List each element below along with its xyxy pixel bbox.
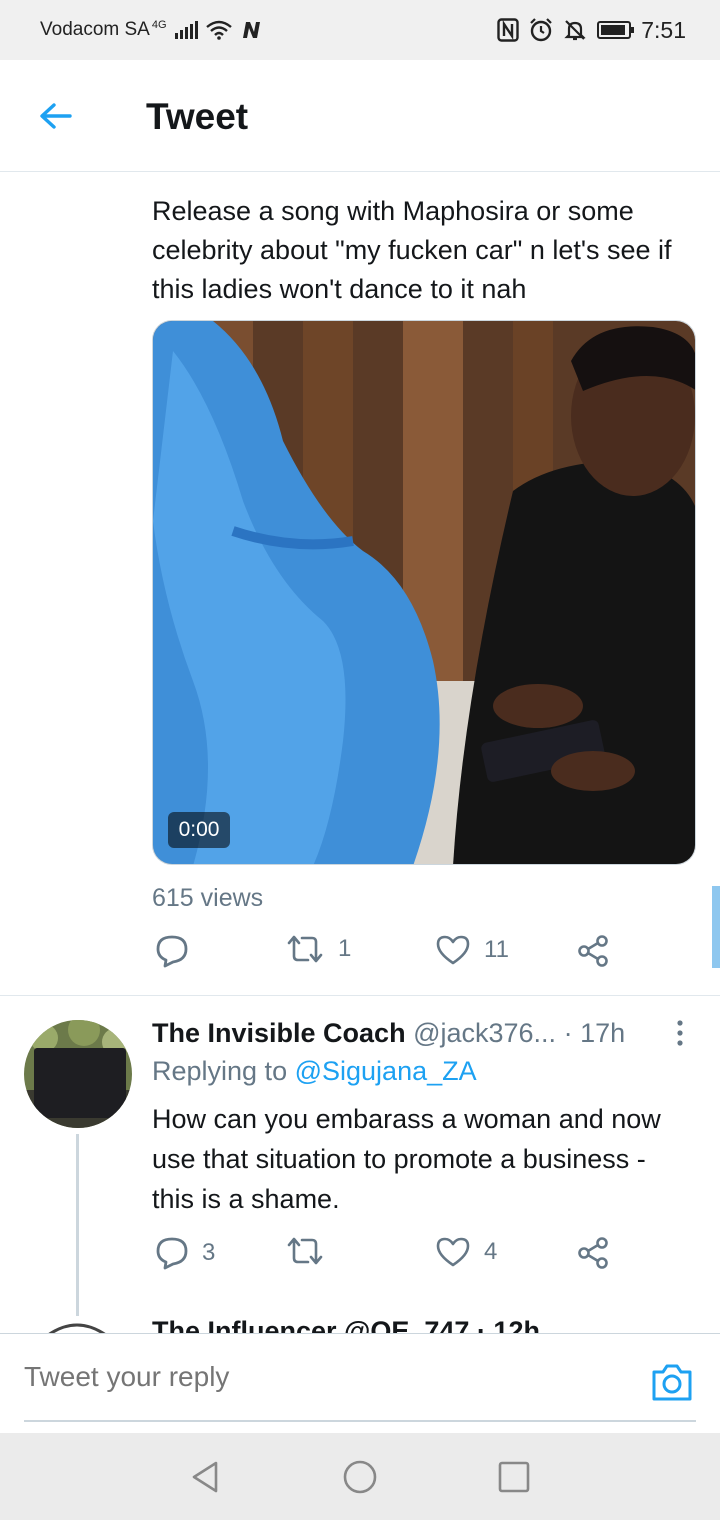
reply-timestamp: · 17h (563, 1018, 626, 1048)
like-count: 11 (484, 936, 509, 963)
reply-retweet-button[interactable] (286, 1236, 338, 1266)
retweet-count: 1 (338, 935, 352, 962)
mute-icon (564, 20, 586, 41)
replying-to-mention[interactable]: @Sigujana_ZA (295, 1056, 477, 1086)
share-icon (578, 935, 608, 967)
status-left: Vodacom SA 4G (40, 19, 262, 41)
more-options-icon[interactable] (670, 1018, 690, 1048)
tweet-actions: 1 11 (152, 934, 622, 978)
status-right: 7:51 (497, 17, 686, 44)
tweet-divider (0, 995, 720, 996)
network-type-label: 4G (151, 19, 167, 31)
alarm-icon (530, 18, 553, 42)
heart-icon (436, 1237, 470, 1267)
reply-author-name[interactable]: The Invisible Coach (152, 1018, 406, 1048)
reply-reply-button[interactable]: 3 (156, 1236, 215, 1270)
reply-button[interactable] (156, 934, 202, 968)
retweet-icon (287, 935, 323, 963)
share-icon (578, 1237, 608, 1269)
carrier-label: Vodacom SA (40, 19, 150, 40)
home-nav-icon[interactable] (342, 1459, 378, 1495)
scrollbar-thumb[interactable] (712, 886, 720, 968)
n-app-icon (242, 22, 260, 38)
retweet-button[interactable]: 1 (286, 934, 351, 964)
avatar-image (24, 1020, 132, 1128)
reply-input[interactable] (24, 1334, 696, 1422)
top-app-bar: Tweet (0, 60, 720, 172)
tweet-video[interactable] (152, 320, 696, 865)
thread-line (76, 1134, 79, 1316)
reply-icon (156, 935, 188, 968)
share-button[interactable] (576, 934, 610, 968)
next-reply-peek[interactable]: The Influencer @QE_747 · 12h (0, 1310, 720, 1334)
camera-icon[interactable] (650, 1362, 694, 1402)
reply-share-button[interactable] (576, 1236, 610, 1270)
tweet-text: Release a song with Maphosira or some ce… (152, 196, 672, 304)
reply-like-button[interactable]: 4 (436, 1236, 497, 1268)
arrow-left-icon[interactable] (36, 96, 76, 136)
status-bar: Vodacom SA 4G 7:51 (0, 0, 720, 60)
next-avatar (47, 1323, 107, 1334)
reply-author-handle[interactable]: @jack376... (413, 1018, 556, 1048)
view-count: 615 views (152, 884, 264, 912)
heart-icon (436, 935, 470, 965)
replying-to-line: Replying to @Sigujana_ZA (152, 1056, 477, 1087)
replying-to-label: Replying to (152, 1056, 288, 1086)
signal-icon (174, 21, 198, 39)
video-thumbnail (153, 321, 695, 864)
back-nav-icon[interactable] (188, 1459, 224, 1495)
nfc-icon (497, 18, 519, 42)
clock-label: 7:51 (641, 16, 686, 43)
reply-reply-count: 3 (202, 1239, 216, 1266)
reply-icon (156, 1237, 188, 1270)
like-button[interactable]: 11 (436, 934, 509, 966)
retweet-icon (287, 1237, 323, 1265)
reply-composer (0, 1333, 720, 1433)
recents-nav-icon[interactable] (496, 1459, 532, 1495)
next-reply-author: The Influencer @QE_747 · 12h (152, 1316, 540, 1334)
reply-text: How can you embarass a woman and now use… (152, 1104, 661, 1214)
video-duration-badge: 0:00 (168, 812, 230, 848)
avatar[interactable] (24, 1020, 132, 1128)
reply-actions: 3 4 (152, 1236, 622, 1280)
battery-icon (597, 21, 635, 39)
reply-header: The Invisible Coach @jack376... · 17h (152, 1014, 625, 1052)
page-title: Tweet (146, 96, 249, 137)
reply-like-count: 4 (484, 1238, 498, 1265)
wifi-icon (205, 20, 232, 40)
system-nav-bar (0, 1433, 720, 1520)
